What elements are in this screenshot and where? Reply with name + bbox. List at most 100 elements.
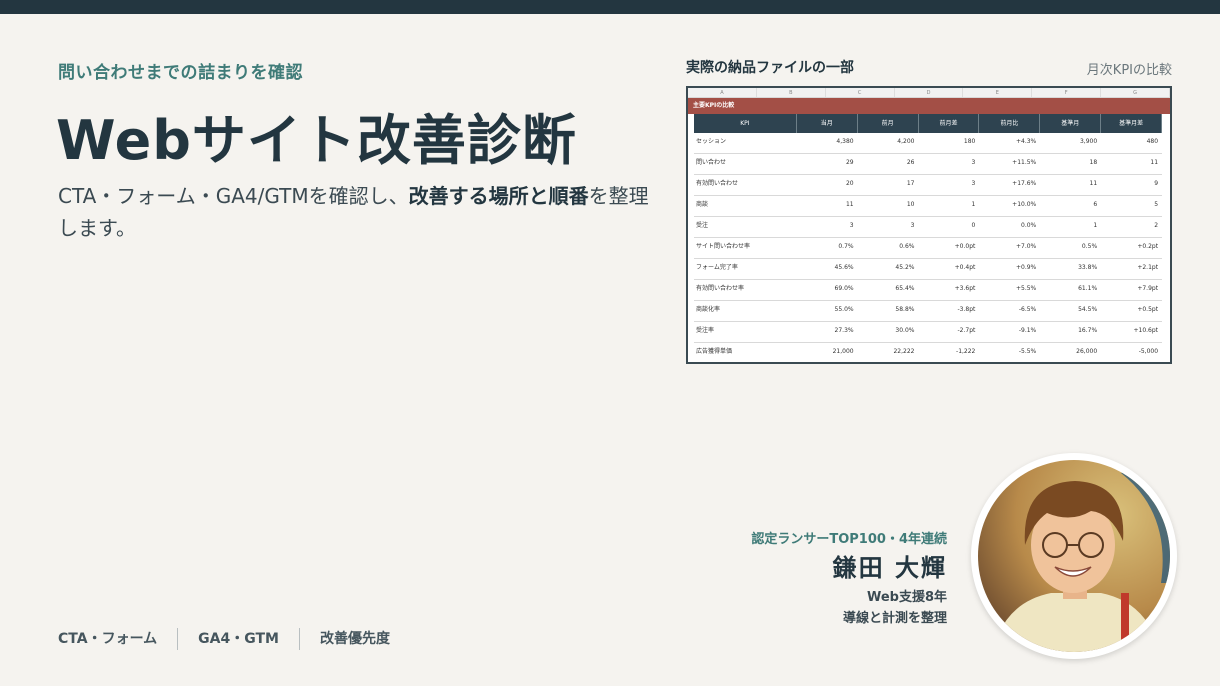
table-cell: +3.6pt <box>954 285 976 292</box>
table-row: セッション 4,380 4,200 180 +4.3% 3,900 480 <box>694 133 1162 154</box>
table-row: 受注 3 3 0 0.0% 1 2 <box>694 217 1162 238</box>
table-cell: 4,200 <box>897 138 915 145</box>
table-cell: 商談化率 <box>696 306 721 313</box>
table-cell: 11 <box>1150 159 1159 166</box>
tag-cta-form: CTA・フォーム <box>58 631 158 647</box>
table-cell: 1 <box>1093 222 1098 229</box>
table-cell: -9.1% <box>1018 327 1037 334</box>
table-row: 広告獲得単価 21,000 22,222 -1,222 -5.5% 26,000 -5,00… <box>694 343 1162 362</box>
table-cell: +4.3% <box>1015 138 1037 145</box>
table-row: フォーム完了率 45.6% 45.2% +0.4pt +0.9% 33.8% +2.1pt <box>694 259 1162 280</box>
table-body: セッション 4,380 4,200 180 +4.3% 3,900 480 問い合わせ 29 26… <box>688 133 1170 362</box>
table-cell: -5.5% <box>1018 348 1037 355</box>
table-header-cell: 前月比 <box>979 114 1041 133</box>
sheet-banner: 主要KPIの比較 <box>688 98 1170 114</box>
table-header-cell: 基準月差 <box>1101 114 1163 133</box>
table-row: サイト問い合わせ率 0.7% 0.6% +0.0pt +7.0% 0.5% +0.2pt <box>694 238 1162 259</box>
table-header: KPI 当月 前月 前月差 前月比 基準月 基準月差 <box>694 114 1163 133</box>
table-cell: 55.0% <box>834 306 854 313</box>
profile-experience: Web支援8年 <box>866 590 947 605</box>
avatar <box>971 453 1177 659</box>
table-header-cell: KPI <box>694 114 797 133</box>
table-row: 受注率 27.3% 30.0% -2.7pt -9.1% 16.7% +10.6pt <box>694 322 1162 343</box>
table-cell: +0.9% <box>1015 264 1037 271</box>
table-cell: 65.4% <box>895 285 915 292</box>
tag-priority: 改善優先度 <box>298 628 410 650</box>
table-row: 商談化率 55.0% 58.8% -3.8pt -6.5% 54.5% +0.5pt <box>694 301 1162 322</box>
table-cell: 受注 <box>696 222 709 229</box>
top-bar <box>0 0 1220 14</box>
table-cell: -5,000 <box>1138 348 1159 355</box>
table-cell: +17.6% <box>1012 180 1037 187</box>
column-letters: ABCDEFG <box>688 88 1170 98</box>
table-cell: 18 <box>1089 159 1098 166</box>
tag-ga4-gtm: GA4・GTM <box>177 628 299 650</box>
column-letter: F <box>1032 88 1102 97</box>
column-letter: A <box>688 88 757 97</box>
profile-focus: 導線と計測を整理 <box>842 611 947 626</box>
spreadsheet-preview: ABCDEFG 主要KPIの比較 KPI 当月 前月 前月差 前月比 基準月 基準月差 セッ… <box>686 86 1172 364</box>
panel-title: 実際の納品ファイルの一部 <box>686 60 854 76</box>
table-cell: +10.6pt <box>1133 327 1159 334</box>
profile-badge: 認定ランサーTOP100・4年連続 <box>751 532 947 547</box>
table-cell: 30.0% <box>895 327 915 334</box>
table-cell: 61.1% <box>1078 285 1098 292</box>
table-row: 問い合わせ 29 26 3 +11.5% 18 11 <box>694 154 1162 175</box>
eyebrow-text: 問い合わせまでの詰まりを確認 <box>58 63 303 83</box>
table-row: 有効問い合わせ 20 17 3 +17.6% 11 9 <box>694 175 1162 196</box>
table-cell: +10.0% <box>1012 201 1037 208</box>
table-header-cell: 前月差 <box>919 114 980 133</box>
table-cell: 0.5% <box>1081 243 1098 250</box>
table-cell: 問い合わせ <box>696 159 727 166</box>
table-cell: +7.0% <box>1015 243 1037 250</box>
table-cell: 9 <box>1154 180 1159 187</box>
table-cell: 3 <box>910 222 915 229</box>
table-cell: 69.0% <box>834 285 854 292</box>
table-cell: 0.6% <box>899 243 915 250</box>
column-letter: E <box>963 88 1033 97</box>
table-header-cell: 基準月 <box>1040 114 1102 133</box>
table-cell: 27.3% <box>834 327 854 334</box>
table-cell: 180 <box>963 138 976 145</box>
table-cell: フォーム完了率 <box>696 264 738 271</box>
table-cell: 3 <box>849 222 854 229</box>
table-header-cell: 当月 <box>797 114 858 133</box>
table-cell: 1 <box>971 201 976 208</box>
avatar-portrait-icon <box>978 460 1170 652</box>
table-cell: 54.5% <box>1078 306 1098 313</box>
description-part1: CTA・フォーム・GA4/GTMを確認し、 <box>58 184 409 208</box>
feature-tags: CTA・フォーム GA4・GTM 改善優先度 <box>58 628 410 650</box>
table-cell: 11 <box>1089 180 1098 187</box>
table-header-cell: 前月 <box>858 114 919 133</box>
table-cell: 受注率 <box>696 327 715 334</box>
table-row: 有効問い合わせ率 69.0% 65.4% +3.6pt +5.5% 61.1% +7.9pt <box>694 280 1162 301</box>
table-cell: 広告獲得単価 <box>696 348 733 355</box>
table-cell: 26,000 <box>1076 348 1098 355</box>
table-cell: -2.7pt <box>957 327 976 334</box>
table-cell: 45.6% <box>834 264 854 271</box>
table-cell: 21,000 <box>832 348 854 355</box>
table-cell: -6.5% <box>1018 306 1037 313</box>
table-cell: +0.5pt <box>1137 306 1159 313</box>
table-cell: 10 <box>906 201 915 208</box>
table-cell: 有効問い合わせ <box>696 180 739 187</box>
column-letter: C <box>826 88 895 97</box>
table-cell: 0.7% <box>838 243 854 250</box>
table-cell: 3,900 <box>1079 138 1098 145</box>
table-cell: +0.0pt <box>954 243 976 250</box>
table-cell: 商談 <box>696 201 709 208</box>
table-cell: 6 <box>1093 201 1098 208</box>
table-cell: サイト問い合わせ率 <box>696 243 751 250</box>
table-cell: 11 <box>845 201 854 208</box>
table-cell: 2 <box>1154 222 1159 229</box>
table-cell: 16.7% <box>1078 327 1098 334</box>
panel-subtitle: 月次KPIの比較 <box>1086 63 1172 78</box>
table-cell: 3 <box>971 180 976 187</box>
table-cell: +7.9pt <box>1137 285 1159 292</box>
table-cell: 58.8% <box>895 306 915 313</box>
table-cell: 0 <box>971 222 976 229</box>
description: CTA・フォーム・GA4/GTMを確認し、改善する場所と順番を整理します。 <box>58 180 658 244</box>
table-row: 商談 11 10 1 +10.0% 6 5 <box>694 196 1162 217</box>
table-cell: +5.5% <box>1015 285 1037 292</box>
table-cell: セッション <box>696 138 727 145</box>
